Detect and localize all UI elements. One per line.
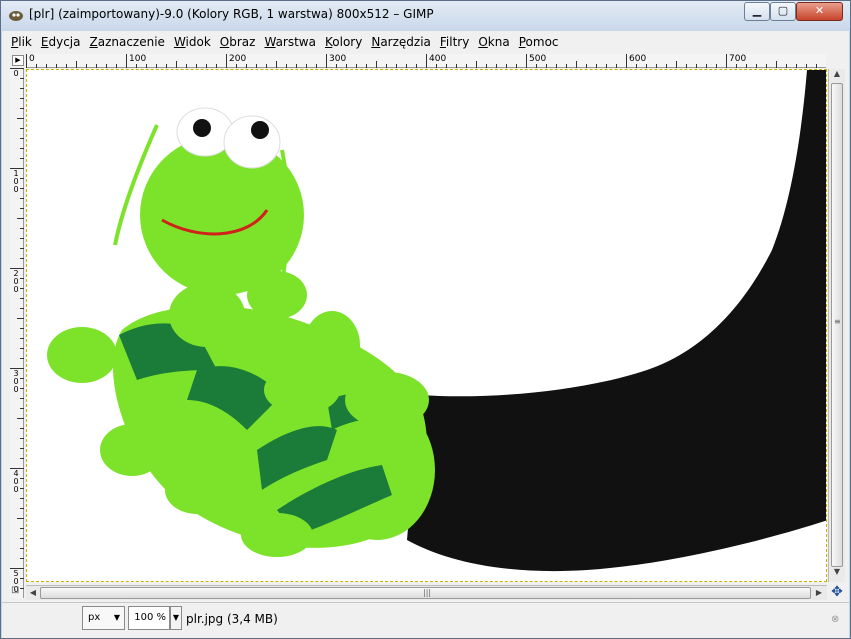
zoom-dropdown-button[interactable]: ▼ [170,606,182,630]
zoom-chevron-icon: ▼ [172,613,180,622]
puppet-leg-2 [100,424,164,476]
black-sleeve [407,70,826,572]
puppet-pupil-right [251,121,269,139]
puppet-eye-right [223,115,281,169]
close-icon: ✕ [814,4,825,17]
scroll-down-icon[interactable]: ▼ [829,567,845,581]
menu-warstwa[interactable]: Warstwa [264,35,316,49]
menu-filtry[interactable]: Filtry [440,35,469,49]
image-area: ▶ 0 100 200 300 400 500 600 700 0 100 20… [2,52,849,602]
hruler-label-700: 700 [729,54,747,64]
file-status-text: plr.jpg (3,4 MB) [186,612,278,626]
puppet-leg-1 [47,327,117,383]
minimize-icon: ▁ [752,4,762,17]
menu-obraz[interactable]: Obraz [220,35,256,49]
puppet-leg-4 [241,513,313,557]
vruler-label-300: 300 [13,369,19,394]
puppet-leg-7 [345,372,429,428]
maximize-button[interactable]: ▢ [770,2,796,21]
hruler-label-200: 200 [229,54,247,64]
menu-plik[interactable]: Plik [11,35,32,49]
gimp-icon [9,11,23,21]
cancel-icon[interactable]: ⊗ [831,614,843,626]
close-button[interactable]: ✕ [796,2,843,21]
horizontal-scrollbar[interactable]: ◀ ||| ▶ [26,585,827,600]
vertical-ruler[interactable]: 0 100 200 300 400 500 [10,68,24,598]
menu-pomoc[interactable]: Pomoc [519,35,559,49]
gimp-window: [plr] (zaimportowany)-9.0 (Kolory RGB, 1… [0,0,851,639]
menu-edycja[interactable]: Edycja [41,35,81,49]
menu-bar: Plik Edycja Zaznaczenie Widok Obraz Wars… [2,31,849,52]
menu-narzedzia[interactable]: Narzędzia [371,35,431,49]
menu-widok[interactable]: Widok [174,35,211,49]
scroll-right-icon[interactable]: ▶ [812,586,826,600]
navigate-icon[interactable]: ✥ [829,585,845,601]
window-title: [plr] (zaimportowany)-9.0 (Kolory RGB, 1… [29,7,434,21]
minimize-button[interactable]: ▁ [744,2,770,21]
image-canvas[interactable] [26,69,827,582]
vruler-label-0: 0 [13,69,19,78]
menu-zaznaczenie[interactable]: Zaznaczenie [89,35,164,49]
puppet-head [140,135,304,295]
menu-kolory[interactable]: Kolory [325,35,362,49]
zoom-lock-icon[interactable]: ⊡ [11,585,23,599]
grip-icon: ≡ [834,317,841,326]
hruler-label-600: 600 [629,54,647,64]
horizontal-scroll-thumb[interactable]: ||| [40,587,811,599]
title-bar[interactable]: [plr] (zaimportowany)-9.0 (Kolory RGB, 1… [1,1,850,31]
hruler-label-500: 500 [529,54,547,64]
menu-arrow-icon: ▶ [15,56,21,64]
vruler-label-400: 400 [13,469,19,494]
status-bar: px ▼ 100 % ▼ plr.jpg (3,4 MB) ⊗ [2,602,849,638]
horizontal-ruler[interactable]: 0 100 200 300 400 500 600 700 [26,54,826,68]
vertical-scrollbar[interactable]: ▲ ≡ ▼ [828,69,845,582]
vertical-ruler-ticks [10,68,24,589]
hruler-label-400: 400 [429,54,447,64]
unit-select[interactable]: px ▼ [82,606,125,630]
chevron-down-icon: ▼ [113,613,120,622]
puppet-leg-6 [304,311,360,379]
unit-value: px [88,612,101,623]
puppet-leg-3 [165,466,229,514]
zoom-input[interactable]: 100 % [128,606,170,630]
puppet-pupil-left [193,119,211,137]
vertical-scroll-thumb[interactable]: ≡ [831,83,843,567]
scroll-left-icon[interactable]: ◀ [26,586,40,600]
vruler-label-100: 100 [13,169,19,194]
hruler-label-0: 0 [29,54,35,64]
menu-okna[interactable]: Okna [478,35,509,49]
maximize-icon: ▢ [777,4,789,17]
hruler-label-300: 300 [329,54,347,64]
vruler-label-200: 200 [13,269,19,294]
scroll-up-icon[interactable]: ▲ [829,69,845,83]
quick-mask-menu-button[interactable]: ▶ [12,55,24,66]
hgrip-icon: ||| [423,588,432,597]
puppet-image [47,70,826,572]
hruler-label-100: 100 [129,54,147,64]
